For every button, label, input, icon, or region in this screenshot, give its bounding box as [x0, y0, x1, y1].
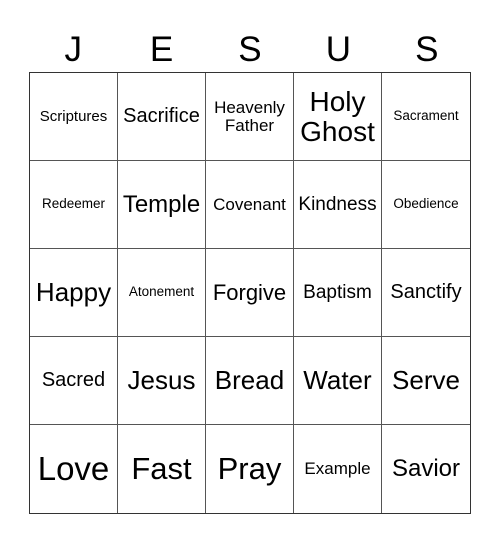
- bingo-cell[interactable]: Sacred: [30, 337, 118, 425]
- bingo-cell[interactable]: Savior: [382, 425, 470, 513]
- bingo-cell[interactable]: Covenant: [206, 161, 294, 249]
- header-letter-s2: S: [415, 30, 439, 69]
- bingo-cell[interactable]: Sacrament: [382, 73, 470, 161]
- bingo-cell[interactable]: Bread: [206, 337, 294, 425]
- bingo-cell[interactable]: Sanctify: [382, 249, 470, 337]
- bingo-cell[interactable]: Heavenly Father: [206, 73, 294, 161]
- bingo-cell[interactable]: Holy Ghost: [294, 73, 382, 161]
- bingo-cell[interactable]: Example: [294, 425, 382, 513]
- header-letter-j: J: [64, 30, 82, 69]
- bingo-cell[interactable]: Jesus: [118, 337, 206, 425]
- bingo-cell[interactable]: Kindness: [294, 161, 382, 249]
- bingo-cell[interactable]: Atonement: [118, 249, 206, 337]
- bingo-cell[interactable]: Serve: [382, 337, 470, 425]
- bingo-cell[interactable]: Forgive: [206, 249, 294, 337]
- bingo-cell[interactable]: Happy: [30, 249, 118, 337]
- bingo-cell[interactable]: Temple: [118, 161, 206, 249]
- bingo-cell[interactable]: Redeemer: [30, 161, 118, 249]
- bingo-cell[interactable]: Water: [294, 337, 382, 425]
- header-letter-e: E: [149, 30, 174, 69]
- bingo-cell[interactable]: Obedience: [382, 161, 470, 249]
- header-letter-s: S: [238, 30, 262, 69]
- bingo-header: J E S U S: [29, 28, 471, 72]
- bingo-cell[interactable]: Scriptures: [30, 73, 118, 161]
- bingo-cell[interactable]: Love: [30, 425, 118, 513]
- bingo-cell[interactable]: Fast: [118, 425, 206, 513]
- bingo-cell[interactable]: Sacrifice: [118, 73, 206, 161]
- bingo-card-grid: Scriptures Sacrifice Heavenly Father Hol…: [29, 72, 471, 514]
- bingo-cell[interactable]: Pray: [206, 425, 294, 513]
- bingo-cell[interactable]: Baptism: [294, 249, 382, 337]
- header-letter-u: U: [325, 30, 351, 69]
